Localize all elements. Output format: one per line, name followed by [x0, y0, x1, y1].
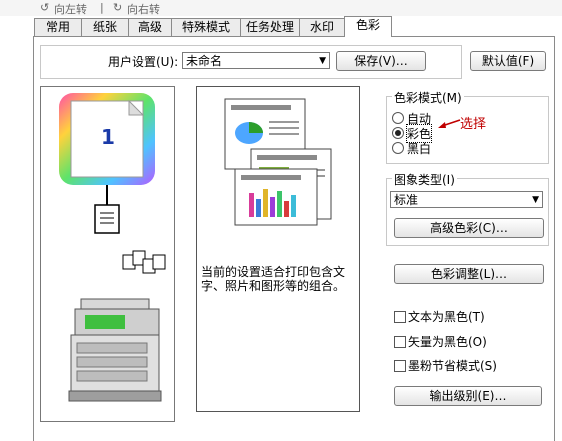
page-number: 1 — [101, 125, 115, 149]
tab-special-modes[interactable]: 特殊模式 — [171, 18, 241, 36]
rotate-left-label[interactable]: 向左转 — [54, 1, 87, 17]
rotate-right-label[interactable]: 向右转 — [127, 1, 160, 17]
color-mode-bw-radio[interactable] — [392, 142, 404, 154]
color-mode-auto-radio[interactable] — [392, 112, 404, 124]
advanced-color-button[interactable]: 高级色彩(C)… — [394, 218, 544, 238]
chevron-down-icon: ▼ — [319, 56, 326, 66]
output-level-button[interactable]: 输出级别(E)… — [394, 386, 542, 406]
tab-watermark[interactable]: 水印 — [299, 18, 345, 36]
save-button[interactable]: 保存(V)… — [336, 51, 426, 71]
toner-save-checkbox[interactable] — [394, 360, 406, 372]
vector-black-checkbox[interactable] — [394, 336, 406, 348]
image-type-value: 标准 — [394, 193, 419, 207]
copies-icon — [122, 250, 166, 274]
rotate-separator: | — [100, 1, 104, 14]
tab-advanced[interactable]: 高级 — [128, 18, 172, 36]
select-annotation: 选择 — [460, 117, 487, 132]
tab-color[interactable]: 色彩 — [344, 16, 392, 37]
user-settings-label: 用户设置(U): — [108, 55, 179, 69]
top-toolbar: ↺ 向左转 | ↻ 向右转 — [0, 0, 562, 16]
text-black-checkbox[interactable] — [394, 311, 406, 323]
vector-black-label[interactable]: 矢量为黑色(O) — [408, 333, 487, 350]
arrow-icon — [438, 119, 461, 128]
document-icon — [94, 204, 120, 234]
chevron-down-icon: ▼ — [532, 195, 539, 205]
color-mode-color-radio[interactable] — [392, 127, 404, 139]
text-black-label[interactable]: 文本为黑色(T) — [408, 308, 485, 325]
color-adjust-button[interactable]: 色彩调整(L)… — [394, 264, 544, 284]
tab-paper[interactable]: 纸张 — [81, 18, 129, 36]
rotate-right-icon[interactable]: ↻ — [113, 1, 122, 14]
image-type-label: 图象类型(I) — [392, 171, 457, 188]
color-mode-bw-label[interactable]: 黑白 — [407, 140, 431, 157]
user-settings-select[interactable]: 未命名 ▼ — [182, 52, 330, 69]
tab-general[interactable]: 常用 — [34, 18, 82, 36]
user-settings-value: 未命名 — [186, 54, 223, 68]
rotate-left-icon[interactable]: ↺ — [40, 1, 49, 14]
preview-panel: 1 — [40, 86, 175, 422]
settings-description: 当前的设置适合打印包含文字、照片和图形等的组合。 — [201, 265, 346, 293]
document-type-illustration — [224, 98, 332, 226]
toner-save-label[interactable]: 墨粉节省模式(S) — [408, 357, 497, 374]
printer-icon — [68, 298, 162, 402]
default-button[interactable]: 默认值(F) — [470, 51, 546, 71]
description-panel: 当前的设置适合打印包含文字、照片和图形等的组合。 — [196, 86, 360, 412]
tab-job-handling[interactable]: 任务处理 — [240, 18, 300, 36]
color-mode-label: 色彩模式(M) — [392, 89, 464, 106]
image-type-select[interactable]: 标准 ▼ — [390, 191, 543, 208]
